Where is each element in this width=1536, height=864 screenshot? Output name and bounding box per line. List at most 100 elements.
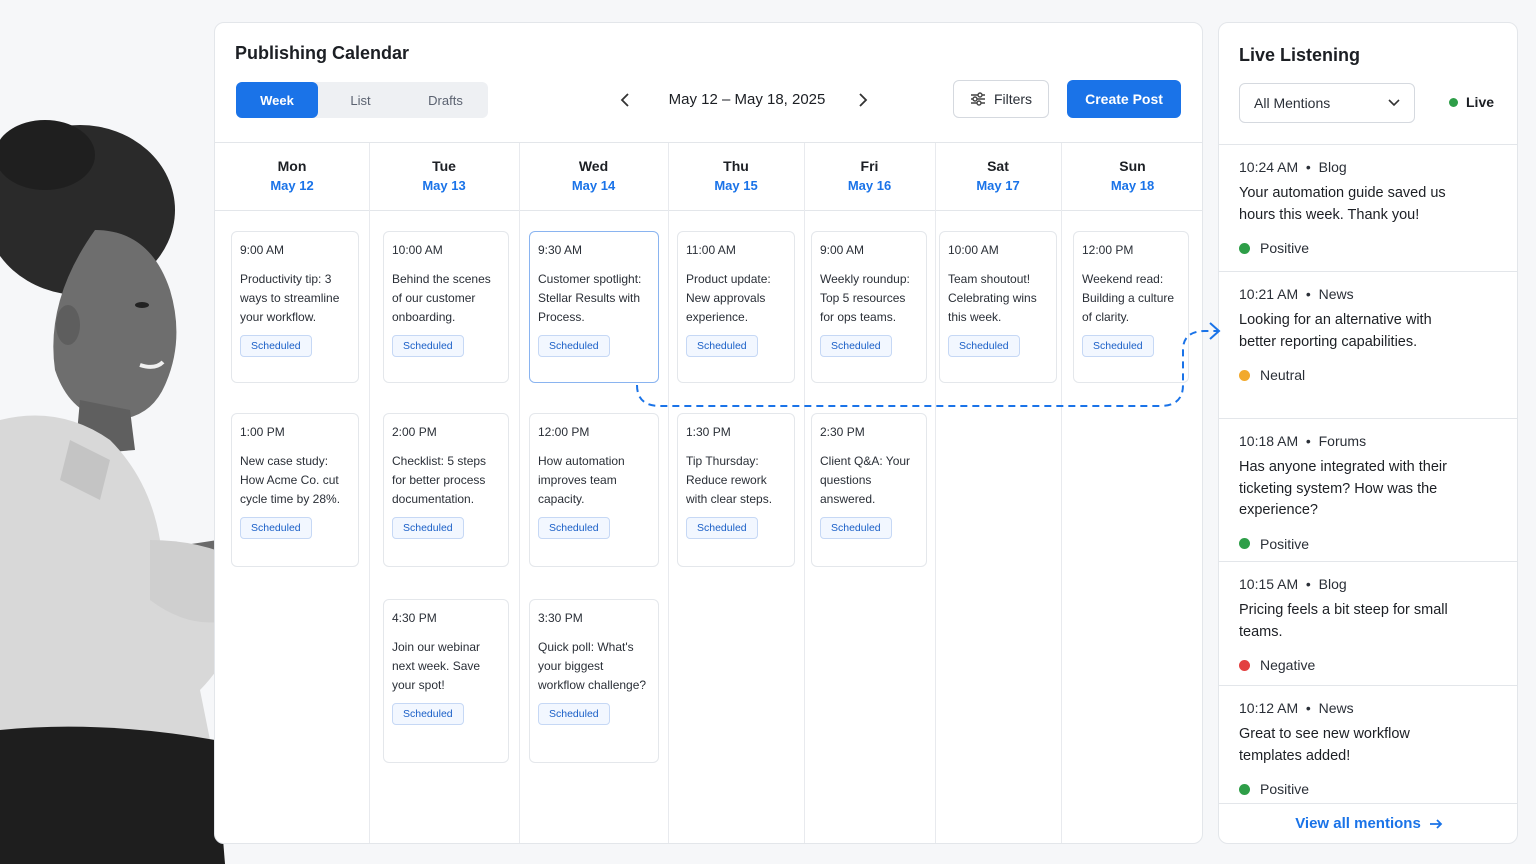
post-card[interactable]: 1:00 PM New case study: How Acme Co. cut … xyxy=(231,413,359,567)
status-badge[interactable]: Scheduled xyxy=(392,517,464,539)
post-card[interactable]: 3:30 PM Quick poll: What's your biggest w… xyxy=(529,599,659,763)
chevron-left-icon[interactable] xyxy=(613,87,637,113)
separator-dot-icon: • xyxy=(1298,286,1319,302)
status-badge[interactable]: Scheduled xyxy=(820,335,892,357)
post-text: Team shoutout! Celebrating wins this wee… xyxy=(948,272,1037,324)
sentiment-dot-icon xyxy=(1239,242,1250,254)
sentiment-dot-icon xyxy=(1239,659,1250,671)
post-card[interactable]: 2:00 PM Checklist: 5 steps for better pro… xyxy=(383,413,509,567)
status-badge[interactable]: Scheduled xyxy=(538,517,610,539)
chevron-down-icon xyxy=(1388,99,1400,107)
separator-dot-icon: • xyxy=(1298,159,1319,175)
live-listening-panel: Live Listening All Mentions Live 10:24 A… xyxy=(1218,22,1518,844)
screen: Publishing Calendar Week List Drafts May… xyxy=(0,0,1536,864)
sentiment-indicator: Negative xyxy=(1239,657,1499,673)
create-post-button[interactable]: Create Post xyxy=(1067,80,1181,118)
mention-meta: 10:15 AM • Blog xyxy=(1239,576,1499,592)
post-card[interactable]: 12:00 PM How automation improves team cap… xyxy=(529,413,659,567)
post-time: 10:00 AM xyxy=(392,243,443,257)
mention-time: 10:21 AM xyxy=(1239,286,1299,302)
tab-list[interactable]: List xyxy=(318,82,403,118)
mention-item[interactable]: 10:21 AM • News Looking for an alternativ… xyxy=(1219,271,1517,383)
post-card[interactable]: 10:00 AM Behind the scenes of our custome… xyxy=(383,231,509,383)
mention-source: Forums xyxy=(1318,433,1367,449)
day-header-sun: Sun May 18 xyxy=(1061,143,1202,211)
day-header-fri: Fri May 16 xyxy=(804,143,935,211)
day-header-tue: Tue May 13 xyxy=(369,143,519,211)
post-time: 12:00 PM xyxy=(1082,243,1134,257)
mention-meta: 10:21 AM • News xyxy=(1239,286,1499,302)
post-text: Behind the scenes of our customer onboar… xyxy=(392,272,491,324)
mention-time: 10:12 AM xyxy=(1239,700,1299,716)
day-header-thu: Thu May 15 xyxy=(668,143,804,211)
mention-meta: 10:24 AM • Blog xyxy=(1239,159,1499,175)
day-name: Tue xyxy=(432,158,456,174)
status-badge[interactable]: Scheduled xyxy=(820,517,892,539)
post-text: Quick poll: What's your biggest workflow… xyxy=(538,640,647,692)
mentions-filter-value: All Mentions xyxy=(1254,95,1331,111)
status-badge[interactable]: Scheduled xyxy=(538,335,610,357)
mention-item[interactable]: 10:15 AM • Blog Pricing feels a bit steep… xyxy=(1219,561,1517,673)
mention-source: News xyxy=(1318,700,1354,716)
post-time: 1:00 PM xyxy=(240,425,285,439)
status-badge[interactable]: Scheduled xyxy=(240,335,312,357)
mention-item[interactable]: 10:18 AM • Forums Has anyone integrated w… xyxy=(1219,418,1517,552)
mention-source: Blog xyxy=(1318,159,1347,175)
post-time: 9:30 AM xyxy=(538,243,583,257)
post-card[interactable]: 11:00 AM Product update: New approvals ex… xyxy=(677,231,795,383)
tab-week[interactable]: Week xyxy=(236,82,318,118)
status-badge[interactable]: Scheduled xyxy=(1082,335,1154,357)
filters-button[interactable]: Filters xyxy=(953,80,1049,118)
post-time: 2:30 PM xyxy=(820,425,865,439)
sentiment-dot-icon xyxy=(1239,538,1250,549)
status-badge[interactable]: Scheduled xyxy=(686,517,758,539)
live-label: Live xyxy=(1466,94,1495,110)
post-card[interactable]: 10:00 AM Team shoutout! Celebrating wins … xyxy=(939,231,1057,383)
column-divider xyxy=(369,143,370,843)
post-card[interactable]: 9:30 AM Customer spotlight: Stellar Resul… xyxy=(529,231,659,383)
day-date: May 15 xyxy=(714,178,758,193)
mention-source: News xyxy=(1318,286,1354,302)
day-header-mon: Mon May 12 xyxy=(215,143,369,211)
post-card[interactable]: 9:00 AM Productivity tip: 3 ways to strea… xyxy=(231,231,359,383)
mention-item[interactable]: 10:12 AM • News Great to see new workflow… xyxy=(1219,685,1517,797)
status-badge[interactable]: Scheduled xyxy=(392,335,464,357)
status-badge[interactable]: Scheduled xyxy=(392,703,464,725)
listening-title: Live Listening xyxy=(1239,45,1361,65)
day-name: Wed xyxy=(578,158,609,174)
status-badge[interactable]: Scheduled xyxy=(240,517,312,539)
status-badge[interactable]: Scheduled xyxy=(948,335,1020,357)
view-all-mentions-link[interactable]: View all mentions xyxy=(1219,803,1517,843)
post-text: Weekly roundup: Top 5 resources for ops … xyxy=(820,272,910,324)
publishing-calendar-panel: Publishing Calendar Week List Drafts May… xyxy=(214,22,1203,844)
day-name: Fri xyxy=(860,158,879,174)
post-card[interactable]: 9:00 AM Weekly roundup: Top 5 resources f… xyxy=(811,231,927,383)
status-badge[interactable]: Scheduled xyxy=(686,335,758,357)
chevron-right-icon[interactable] xyxy=(851,87,875,113)
sentiment-dot-icon xyxy=(1239,369,1250,381)
post-card[interactable]: 12:00 PM Weekend read: Building a culture… xyxy=(1073,231,1189,383)
post-time: 11:00 AM xyxy=(686,243,736,257)
post-card[interactable]: 2:30 PM Client Q&A: Your questions answer… xyxy=(811,413,927,567)
day-name: Sun xyxy=(1119,158,1146,174)
tab-drafts[interactable]: Drafts xyxy=(403,82,488,118)
column-divider xyxy=(519,143,520,843)
sentiment-dot-icon xyxy=(1239,783,1250,795)
mention-item[interactable]: 10:24 AM • Blog Your automation guide sav… xyxy=(1219,144,1517,256)
post-time: 4:30 PM xyxy=(392,611,437,625)
view-switcher: Week List Drafts xyxy=(236,82,488,118)
post-time: 2:00 PM xyxy=(392,425,437,439)
post-text: How automation improves team capacity. xyxy=(538,454,625,506)
week-grid: Mon May 12 Tue May 13 Wed May 14 Thu May 15 Fri M… xyxy=(215,142,1202,843)
column-divider xyxy=(804,143,805,843)
mention-text: Pricing feels a bit steep for small team… xyxy=(1239,602,1448,640)
calendar-title: Publishing Calendar xyxy=(235,43,410,63)
day-name: Mon xyxy=(277,158,307,174)
mentions-filter-select[interactable]: All Mentions xyxy=(1239,83,1415,123)
mention-meta: 10:18 AM • Forums xyxy=(1239,433,1499,449)
status-badge[interactable]: Scheduled xyxy=(538,703,610,725)
post-text: Client Q&A: Your questions answered. xyxy=(820,454,911,506)
separator-dot-icon: • xyxy=(1298,576,1319,592)
post-card[interactable]: 4:30 PM Join our webinar next week. Save … xyxy=(383,599,509,763)
post-card[interactable]: 1:30 PM Tip Thursday: Reduce rework with … xyxy=(677,413,795,567)
